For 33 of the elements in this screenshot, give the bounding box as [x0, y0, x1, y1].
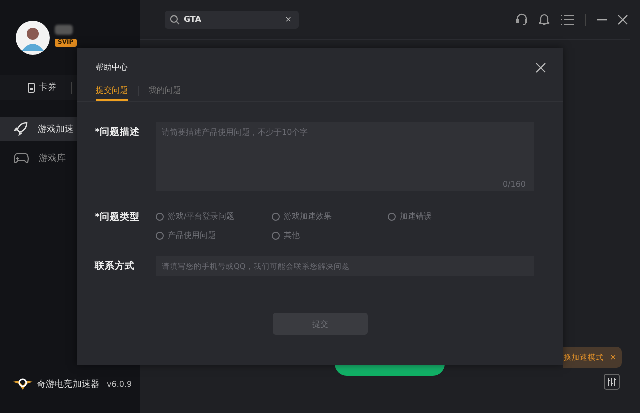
search-icon	[170, 14, 180, 24]
search-field[interactable]: GTA ×	[165, 10, 299, 28]
close-icon[interactable]	[536, 62, 546, 72]
field-label: 联系方式	[94, 260, 136, 272]
equalizer-icon[interactable]	[604, 374, 620, 390]
menu-icon[interactable]	[561, 14, 574, 26]
field-label: *问题描述	[94, 126, 141, 139]
logo-icon	[13, 377, 33, 391]
coupon-button[interactable]: 卡券	[28, 81, 57, 94]
brand-name: 奇游电竞加速器	[37, 378, 100, 390]
radio-button[interactable]	[272, 212, 280, 220]
version-label: v6.0.9	[107, 380, 132, 388]
radio-button[interactable]	[156, 212, 164, 220]
clear-button[interactable]: ×	[285, 15, 292, 24]
radio-button[interactable]	[272, 232, 280, 240]
ticket-icon	[28, 82, 35, 92]
radio-button[interactable]	[388, 212, 396, 220]
tooltip-close-button[interactable]: ×	[610, 353, 617, 362]
avatar[interactable]	[15, 20, 51, 56]
nav-item[interactable]: 游戏库	[0, 146, 140, 170]
tab[interactable]: 我的问题	[149, 81, 181, 101]
bell-icon[interactable]	[539, 13, 550, 26]
rocket-icon	[14, 122, 28, 136]
close-icon[interactable]	[618, 14, 628, 24]
headset-icon[interactable]	[516, 13, 528, 26]
radio-button[interactable]	[156, 232, 164, 240]
field-label: *问题类型	[94, 211, 141, 224]
tab[interactable]: 提交问题	[96, 81, 128, 101]
blurred-name	[55, 24, 73, 34]
dialog-title: 帮助中心	[96, 62, 128, 73]
minimize-icon[interactable]	[597, 18, 607, 20]
gamepad-icon	[14, 152, 29, 164]
character-counter: 0/160	[502, 180, 526, 189]
